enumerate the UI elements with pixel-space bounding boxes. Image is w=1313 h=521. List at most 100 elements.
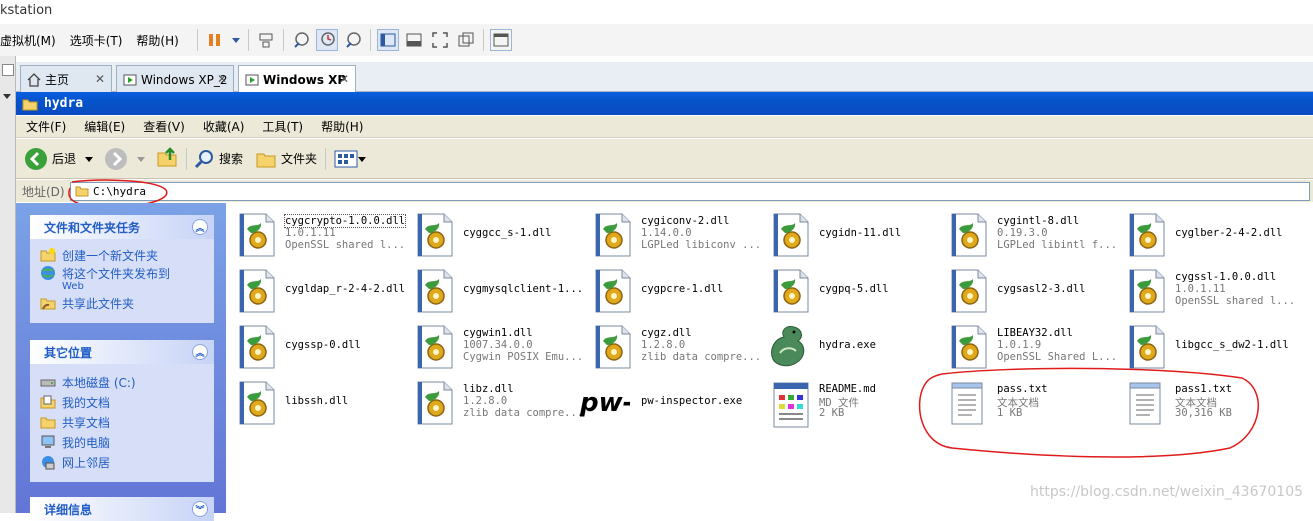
tab-windows-xp[interactable]: Windows XP ✕ — [238, 65, 356, 94]
file-name: cygpcre-1.dll — [641, 283, 724, 295]
file-detail-1: 1.2.8.0 — [641, 339, 686, 351]
dropdown-icon[interactable] — [136, 154, 146, 164]
tab-home[interactable]: 主页 ✕ — [20, 65, 112, 93]
snapshot-manager-icon[interactable] — [342, 29, 364, 51]
file-name: cygldap_r-2-4-2.dll — [285, 283, 406, 295]
task-publish[interactable]: 将这个文件夹发布到 — [30, 265, 214, 281]
file-item[interactable]: cygsasl2-3.dll — [940, 263, 1115, 315]
file-item[interactable]: cyggcc_s-1.dll — [406, 207, 581, 259]
dll-file-icon — [772, 269, 810, 313]
file-item[interactable]: hydra.exe — [762, 319, 937, 371]
up-folder-button[interactable] — [156, 145, 180, 172]
folder-icon — [256, 153, 276, 167]
file-name: cyglber-2-4-2.dll — [1175, 227, 1283, 239]
task-label-web[interactable]: Web — [30, 281, 214, 293]
toolbar-separator — [369, 29, 371, 51]
search-button[interactable]: 搜索 — [193, 148, 243, 170]
menu-file[interactable]: 文件(F) — [26, 118, 66, 135]
dll-file-icon — [416, 213, 454, 257]
menu-tools[interactable]: 工具(T) — [262, 118, 303, 135]
task-label: 共享此文件夹 — [62, 296, 135, 311]
tab-windows-xp-2[interactable]: Windows XP_2 ✕ — [116, 65, 234, 93]
expand-icon[interactable]: ︾ — [192, 501, 208, 517]
panel-header[interactable]: 详细信息 ︾ — [30, 497, 214, 521]
file-item[interactable]: cygidn-11.dll — [762, 207, 937, 259]
shared-folder-icon — [40, 298, 56, 310]
collapse-icon[interactable]: ︽ — [192, 344, 208, 360]
view-bar-icon[interactable] — [403, 29, 425, 51]
place-local-disk[interactable]: 本地磁盘 (C:) — [30, 372, 214, 392]
file-item[interactable]: libssh.dll — [228, 375, 403, 427]
md-file-icon — [772, 381, 810, 428]
view-console-icon[interactable] — [376, 29, 399, 51]
menu-favorites[interactable]: 收藏(A) — [203, 118, 245, 135]
views-button[interactable] — [334, 149, 367, 169]
up-folder-icon — [157, 147, 177, 167]
file-item[interactable]: cygiconv-2.dll 1.14.0.0 LGPLed libiconv ..… — [584, 207, 762, 259]
panel-header[interactable]: 文件和文件夹任务 ︽ — [30, 215, 214, 239]
dropdown-icon[interactable] — [84, 154, 94, 164]
views-icon — [334, 150, 358, 167]
fullscreen-icon[interactable] — [429, 29, 451, 51]
explorer-toolbar: 后退 搜索 文件夹 — [16, 139, 1313, 179]
file-name: libz.dll — [463, 383, 514, 395]
menu-tabs[interactable]: 选项卡(T) — [70, 32, 123, 49]
file-item[interactable]: cygssp-0.dll — [228, 319, 403, 371]
dropdown-icon[interactable] — [358, 154, 367, 164]
network-icon[interactable] — [255, 29, 277, 51]
revert-snapshot-icon[interactable] — [315, 29, 338, 51]
file-item[interactable]: pw-i pw-inspector.exe — [579, 375, 759, 427]
folders-button[interactable]: 文件夹 — [255, 148, 317, 170]
file-detail-2: OpenSSL Shared L... — [997, 351, 1118, 363]
file-item[interactable]: cygldap_r-2-4-2.dll — [228, 263, 406, 315]
file-item[interactable]: libz.dll 1.2.8.0 zlib data compre... — [406, 375, 583, 427]
file-item[interactable]: cygz.dll 1.2.8.0 zlib data compre... — [584, 319, 761, 371]
collapse-icon[interactable]: ︽ — [192, 219, 208, 235]
dll-file-icon — [594, 213, 632, 257]
file-item[interactable]: cygmysqlclient-1... — [406, 263, 584, 315]
panel-title: 其它位置 — [44, 345, 93, 360]
file-item[interactable]: cygpcre-1.dll — [584, 263, 759, 315]
file-item[interactable]: cyglber-2-4-2.dll — [1118, 207, 1293, 259]
dropdown-icon[interactable] — [230, 29, 242, 51]
file-detail-2: LGPLed libiconv ... — [641, 239, 762, 251]
place-shared-documents[interactable]: 共享文档 — [30, 412, 214, 432]
dll-file-icon — [594, 269, 632, 313]
place-my-computer[interactable]: 我的电脑 — [30, 432, 214, 452]
menu-edit[interactable]: 编辑(E) — [84, 118, 125, 135]
menu-view[interactable]: 查看(V) — [143, 118, 185, 135]
dll-file-icon — [238, 269, 276, 313]
file-name: cygsasl2-3.dll — [997, 283, 1086, 295]
place-network[interactable]: 网上邻居 — [30, 452, 214, 472]
back-button[interactable]: 后退 — [24, 147, 94, 171]
pause-icon[interactable] — [204, 29, 226, 51]
file-name: cygmysqlclient-1... — [463, 283, 584, 295]
gutter-box[interactable] — [2, 64, 14, 76]
snapshot-icon[interactable] — [290, 29, 312, 51]
task-new-folder[interactable]: 创建一个新文件夹 — [30, 245, 214, 265]
menu-help[interactable]: 帮助(H) — [321, 118, 363, 135]
file-item[interactable]: cygpq-5.dll — [762, 263, 937, 315]
file-detail-1: 1.2.8.0 — [463, 395, 508, 407]
file-detail-2: OpenSSL shared l... — [285, 239, 406, 251]
dll-file-icon — [950, 269, 988, 313]
unity-icon[interactable] — [455, 29, 477, 51]
file-item[interactable]: cygssl-1.0.0.dll 1.0.1.11 OpenSSL shared l… — [1118, 263, 1295, 315]
file-item[interactable]: cygintl-8.dll 0.19.3.0 LGPLed libintl f... — [940, 207, 1117, 259]
place-my-documents[interactable]: 我的文档 — [30, 392, 214, 412]
close-icon[interactable]: ✕ — [95, 72, 105, 86]
task-share[interactable]: 共享此文件夹 — [30, 293, 214, 313]
close-icon[interactable]: ✕ — [217, 72, 227, 86]
address-input[interactable]: C:\hydra — [70, 181, 1310, 201]
panel-header[interactable]: 其它位置 ︽ — [30, 340, 214, 364]
file-item[interactable]: cygwin1.dll 1007.34.0.0 Cygwin POSIX Emu..… — [406, 319, 583, 371]
menu-help[interactable]: 帮助(H) — [136, 32, 178, 49]
dll-file-icon — [950, 325, 988, 369]
dropdown-icon[interactable] — [2, 90, 14, 102]
file-item[interactable]: README.md MD 文件 2 KB — [762, 375, 937, 428]
forward-button[interactable] — [104, 147, 146, 171]
file-item[interactable]: cygcrypto-1.0.0.dll 1.0.1.11 OpenSSL share… — [228, 207, 407, 259]
menu-vm[interactable]: 虚拟机(M) — [0, 32, 56, 49]
close-icon[interactable]: ✕ — [339, 72, 349, 86]
library-icon[interactable] — [489, 29, 512, 51]
